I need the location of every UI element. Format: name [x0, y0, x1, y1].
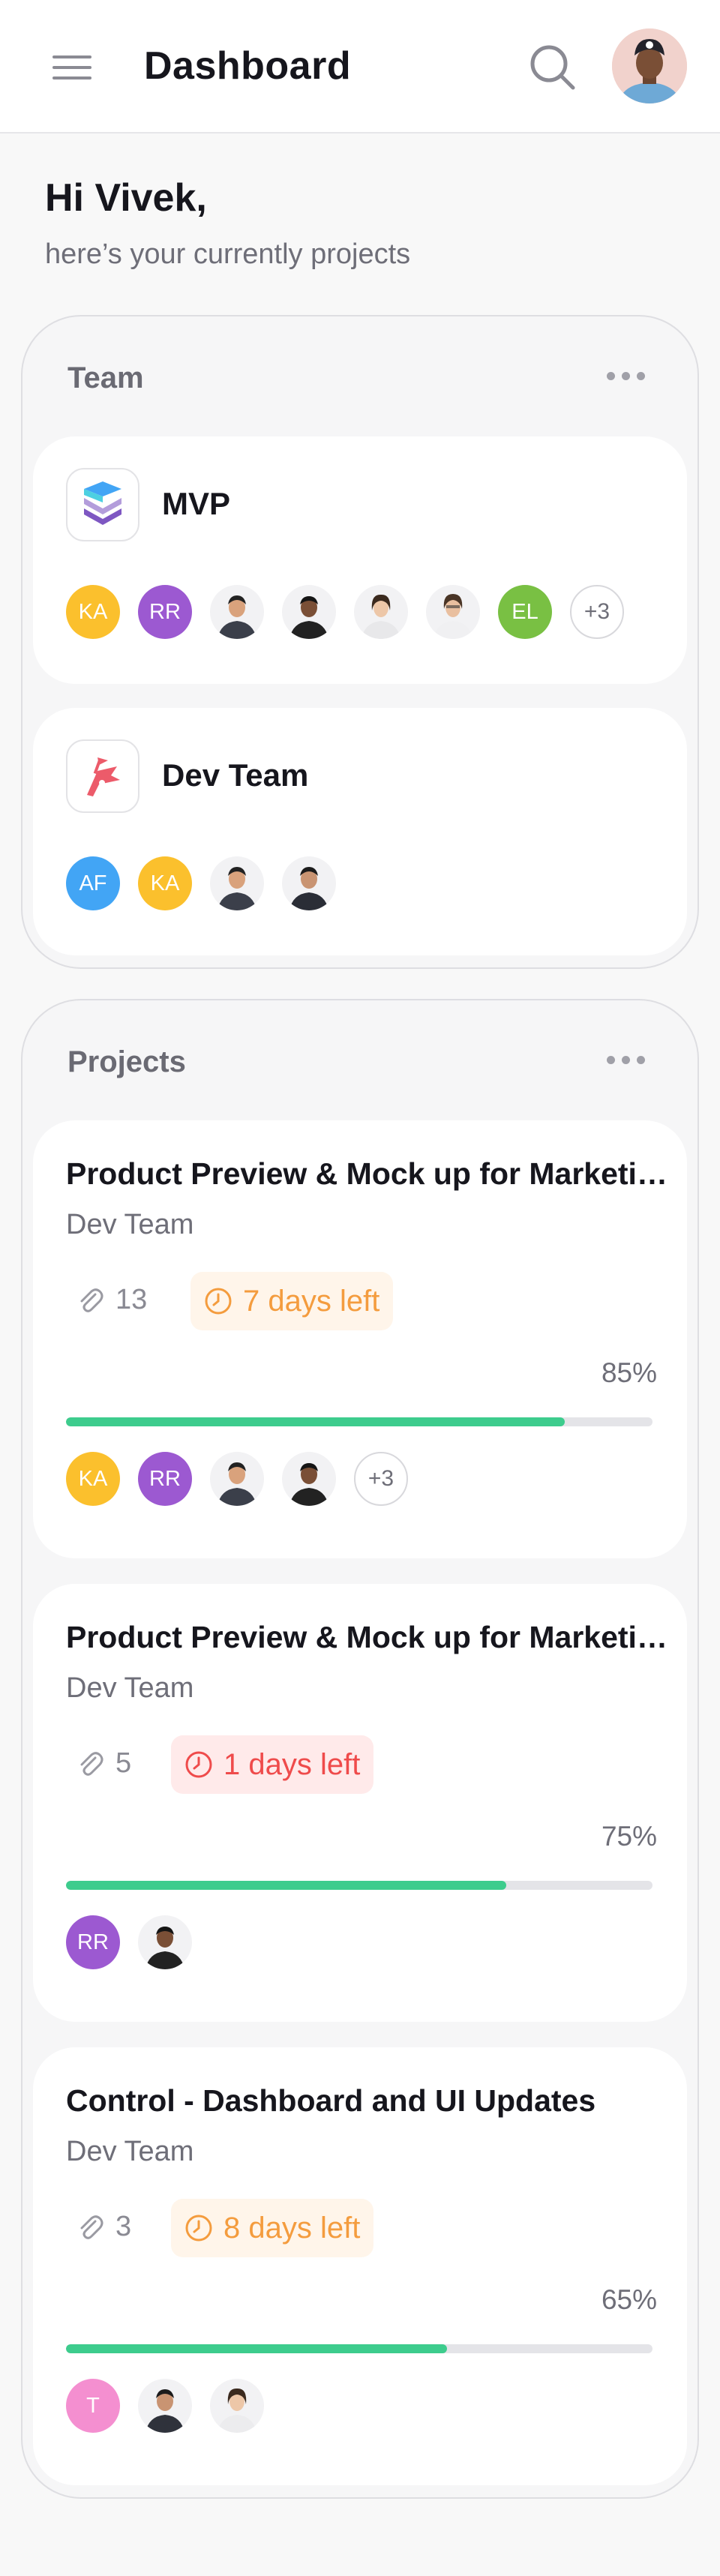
deadline-badge: 7 days left [190, 1272, 394, 1330]
progress-fill [66, 1881, 506, 1890]
project-card[interactable]: Product Preview & Mock up for Marketing … [33, 1120, 687, 1558]
more-members-badge[interactable]: +3 [354, 1452, 408, 1506]
search-icon[interactable] [528, 43, 578, 92]
clock-icon [185, 1751, 212, 1778]
deadline-text: 8 days left [224, 2211, 361, 2245]
project-team: Dev Team [66, 1672, 194, 1704]
project-card[interactable]: Product Preview & Mock up for Marketing … [33, 1584, 687, 2022]
avatar[interactable]: KA [138, 856, 192, 910]
avatar[interactable] [354, 585, 408, 639]
team-section-title: Team [68, 361, 144, 394]
progress-percent: 75% [601, 1821, 657, 1852]
more-options-icon[interactable] [607, 372, 645, 380]
project-team: Dev Team [66, 2136, 194, 2167]
progress-bar [66, 2344, 652, 2353]
avatar[interactable] [282, 585, 336, 639]
avatar[interactable] [138, 1915, 192, 1969]
avatar[interactable] [426, 585, 480, 639]
more-options-icon[interactable] [607, 1056, 645, 1064]
progress-percent: 85% [601, 1357, 657, 1388]
attachments-count: 3 [75, 2211, 131, 2243]
team-name: MVP [162, 486, 231, 521]
project-card[interactable]: Control - Dashboard and UI Updates Dev T… [33, 2047, 687, 2485]
clock-icon [205, 1288, 232, 1315]
avatar[interactable] [282, 1452, 336, 1506]
more-members-badge[interactable]: +3 [570, 585, 624, 639]
avatar[interactable] [210, 2379, 264, 2433]
avatar[interactable]: KA [66, 1452, 120, 1506]
progress-bar [66, 1417, 652, 1426]
deadline-text: 7 days left [243, 1284, 380, 1318]
project-title: Product Preview & Mock up for Marketing [66, 1620, 674, 1654]
greeting-subtitle: here’s your currently projects [45, 238, 411, 270]
project-members: KA RR +3 [66, 1452, 408, 1506]
app-header: Dashboard [0, 0, 720, 133]
project-members: RR [66, 1915, 192, 1969]
avatar[interactable]: RR [138, 1452, 192, 1506]
clock-icon [185, 2215, 212, 2242]
avatar[interactable]: AF [66, 856, 120, 910]
project-title: Product Preview & Mock up for Marketing [66, 1156, 674, 1191]
page-title: Dashboard [144, 44, 352, 88]
paperclip-icon [80, 1288, 104, 1312]
deadline-badge: 8 days left [171, 2199, 374, 2257]
hamburger-menu-icon[interactable] [52, 55, 92, 79]
team-name: Dev Team [162, 757, 309, 793]
paperclip-icon [80, 1751, 104, 1776]
avatar[interactable] [282, 856, 336, 910]
avatar[interactable] [210, 1452, 264, 1506]
project-title: Control - Dashboard and UI Updates [66, 2083, 596, 2118]
attachments-count: 13 [75, 1284, 147, 1316]
deadline-badge: 1 days left [171, 1735, 374, 1794]
team-card-mvp[interactable]: MVP KA RR EL +3 [33, 436, 687, 684]
project-members: T [66, 2379, 264, 2433]
project-team: Dev Team [66, 1209, 194, 1240]
attachments-value: 3 [116, 2211, 132, 2242]
avatar[interactable]: RR [138, 585, 192, 639]
avatar[interactable]: EL [498, 585, 552, 639]
team-members: AF KA [66, 856, 336, 910]
progress-bar [66, 1881, 652, 1890]
team-section: Team MVP KA RR EL +3 Dev Team AF KA [21, 315, 699, 969]
profile-avatar[interactable] [612, 28, 687, 103]
paperclip-icon [80, 2215, 104, 2239]
team-members: KA RR EL +3 [66, 585, 624, 639]
progress-fill [66, 1417, 565, 1426]
projects-section-title: Projects [68, 1045, 186, 1078]
deadline-text: 1 days left [224, 1747, 361, 1781]
avatar[interactable] [210, 585, 264, 639]
avatar[interactable] [138, 2379, 192, 2433]
avatar[interactable]: KA [66, 585, 120, 639]
progress-fill [66, 2344, 448, 2353]
attachments-value: 5 [116, 1747, 132, 1779]
avatar[interactable]: RR [66, 1915, 120, 1969]
attachments-value: 13 [116, 1284, 148, 1315]
projects-section: Projects Product Preview & Mock up for M… [21, 999, 699, 2499]
attachments-count: 5 [75, 1747, 131, 1780]
flag-logo-icon [66, 739, 140, 813]
greeting-title: Hi Vivek, [45, 176, 207, 220]
avatar[interactable]: T [66, 2379, 120, 2433]
layers-logo-icon [66, 468, 140, 541]
progress-percent: 65% [601, 2284, 657, 2315]
avatar[interactable] [210, 856, 264, 910]
team-card-dev-team[interactable]: Dev Team AF KA [33, 708, 687, 955]
